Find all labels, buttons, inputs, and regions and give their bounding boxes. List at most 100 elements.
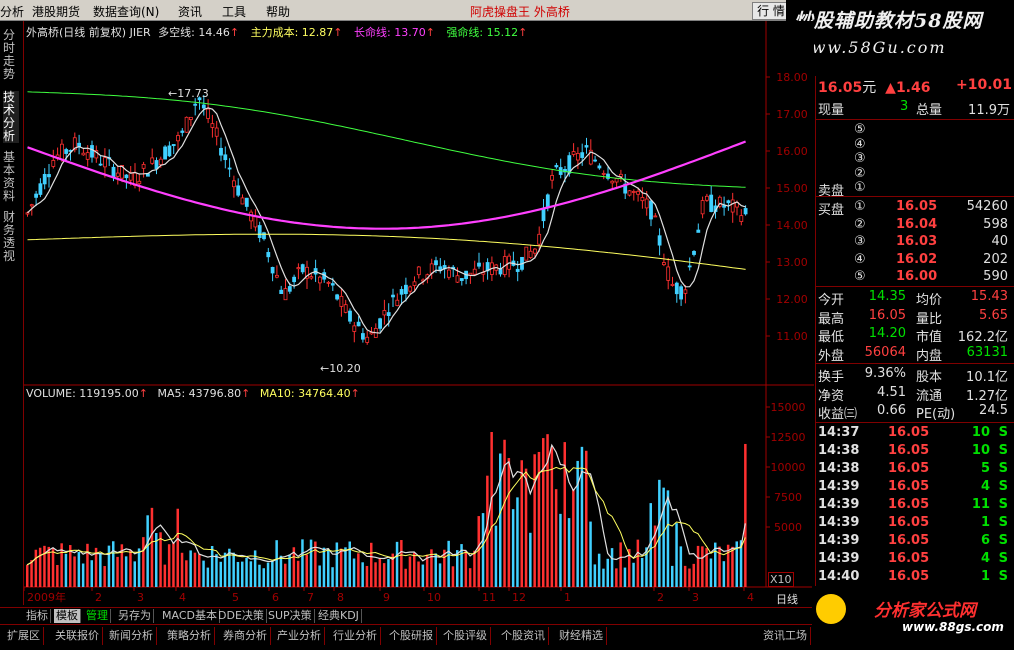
volume-bar — [107, 545, 111, 587]
stat-value: 24.5 — [979, 403, 1008, 418]
tab-intraday[interactable]: 分时走势 — [3, 29, 19, 81]
function-tab[interactable]: 扩展区 — [4, 627, 44, 645]
volume-bar — [241, 561, 244, 587]
function-tab[interactable]: 资讯工场 — [760, 627, 811, 645]
volume-bar — [520, 460, 523, 587]
volume-bar — [142, 537, 145, 587]
buy-level-row[interactable]: 买盘 ① 16.05 54260 — [818, 199, 1012, 218]
buy-level-row[interactable]: ② 16.04 598 — [818, 217, 1012, 235]
volume-bar — [473, 550, 476, 587]
volume-bar — [542, 438, 545, 587]
function-tab[interactable]: 产业分析 — [274, 627, 325, 645]
stat-key: 外盘 — [818, 348, 845, 364]
function-tab[interactable]: 新闻分析 — [106, 627, 157, 645]
volume-bar — [210, 545, 214, 587]
volume-bar — [339, 548, 343, 587]
volume-bar — [636, 539, 640, 587]
volume-bar — [185, 560, 188, 587]
volume-unit: X10 — [768, 572, 794, 587]
volume-bar — [692, 563, 695, 587]
buy-level-row[interactable]: ⑤ 16.00 590 — [818, 269, 1012, 287]
candle-body — [459, 278, 464, 281]
function-tab[interactable]: 财经精选 — [556, 627, 607, 645]
tab-financials[interactable]: 财务透视 — [3, 211, 19, 263]
candle-body — [103, 157, 107, 168]
function-tab[interactable]: 策略分析 — [164, 627, 215, 645]
volume-bar — [232, 552, 235, 587]
menu-news[interactable]: 资讯 — [178, 3, 202, 20]
tab-fundamentals[interactable]: 基本资料 — [3, 151, 19, 203]
tick-price: 16.05 — [888, 533, 930, 548]
volume-bar — [554, 489, 558, 587]
candle-body — [403, 284, 408, 295]
function-tab[interactable]: 个股评级 — [440, 627, 491, 645]
last-price: 16.05 — [818, 80, 863, 96]
volume-ma10: MA10: 34764.40↑ — [259, 387, 360, 400]
volume-bar — [597, 553, 601, 587]
candle-body — [343, 304, 348, 313]
tick-side: S — [998, 425, 1008, 440]
indicator-tab[interactable]: 经典KDJ — [316, 609, 362, 623]
candle-body — [709, 194, 714, 212]
indicator-tab[interactable]: 模板 — [54, 609, 81, 623]
function-tab[interactable]: 关联报价 — [52, 627, 103, 645]
function-tab[interactable]: 券商分析 — [220, 627, 271, 645]
volume-bar — [486, 475, 489, 587]
stat-value: 162.2亿 — [957, 330, 1008, 345]
quote-button[interactable]: 行 情 — [752, 2, 790, 20]
menu-data-query[interactable]: 数据查询(N) — [93, 3, 159, 20]
candle-body — [631, 191, 636, 193]
volume-bar — [490, 432, 493, 587]
candle-body — [580, 152, 585, 158]
function-tab[interactable]: 个股研报 — [386, 627, 437, 645]
volume-bar — [507, 458, 511, 587]
volume-bar — [146, 515, 149, 587]
indicator-tab[interactable]: DDE决策 — [216, 609, 267, 623]
volume-bar — [533, 454, 536, 587]
kline-chart[interactable]: 2009年 2 3 4 5 6 7 8 9 10 11 12 1 2 3 4 18.00 17.00 16.00 1… — [23, 21, 814, 607]
volume-bar — [219, 561, 222, 587]
candle-body — [395, 299, 400, 307]
menu-help[interactable]: 帮助 — [266, 3, 290, 20]
x-tick-label: 4 — [747, 591, 754, 604]
volume-bar — [352, 558, 356, 587]
volume-bar — [563, 442, 566, 587]
candle-body — [550, 175, 554, 181]
indicator-tab[interactable]: MACD基本 — [160, 609, 220, 623]
volume-bar — [494, 525, 498, 587]
tick-row: 14:37 16.05 10 S — [818, 425, 1012, 443]
menu-analysis[interactable]: 分析 — [0, 3, 24, 20]
promo-logo-icon — [816, 594, 846, 624]
tab-technical[interactable]: 技术分析 — [3, 91, 19, 143]
indicator-tab[interactable]: 指标 — [24, 609, 51, 623]
level-number: ② — [854, 216, 866, 232]
candle-body — [287, 286, 292, 292]
tick-price: 16.05 — [888, 425, 930, 440]
buy-level-row[interactable]: ④ 16.02 202 — [818, 252, 1012, 270]
volume-bar — [387, 559, 390, 587]
volume-bar — [361, 562, 364, 587]
candle-body — [292, 276, 297, 283]
menu-hk-futures[interactable]: 港股期货 — [32, 3, 80, 20]
period-label[interactable]: 日线 — [776, 591, 798, 607]
indicator-tab[interactable]: 管理 — [84, 609, 111, 623]
buy-level-row[interactable]: ③ 16.03 40 — [818, 234, 1012, 252]
menu-tools[interactable]: 工具 — [222, 3, 246, 20]
volume-bar — [529, 532, 532, 587]
function-tab[interactable]: 个股资讯 — [498, 627, 549, 645]
candle-body — [472, 268, 477, 275]
function-tab[interactable]: 行业分析 — [330, 627, 381, 645]
volume-bar — [731, 546, 734, 587]
candle-body — [219, 147, 223, 156]
indicator-tab[interactable]: 另存为 — [116, 609, 154, 623]
candle-body — [391, 294, 395, 298]
volume-tick-label: 7500 — [774, 491, 802, 504]
candle-body — [85, 152, 90, 160]
indicator-tab[interactable]: SUP决策 — [266, 609, 315, 623]
volume-bar — [679, 546, 683, 587]
tick-row: 14:38 16.05 5 S — [818, 461, 1012, 479]
candle-body — [679, 286, 683, 300]
volume-bar — [709, 558, 713, 587]
candle-body — [446, 269, 451, 278]
candle-body — [627, 190, 632, 196]
